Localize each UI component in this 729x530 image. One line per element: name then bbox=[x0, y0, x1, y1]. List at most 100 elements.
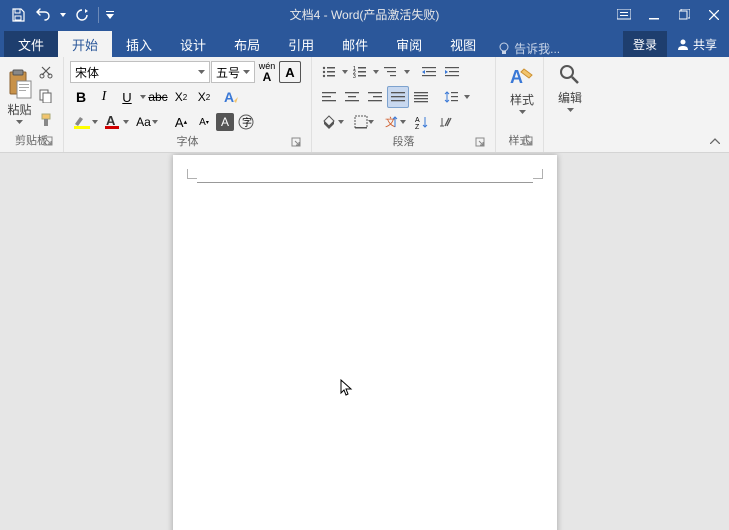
font-size-select[interactable]: 五号 bbox=[211, 61, 255, 83]
save-button[interactable] bbox=[6, 3, 30, 27]
cursor-icon bbox=[340, 379, 354, 397]
tab-file[interactable]: 文件 bbox=[4, 31, 58, 57]
underline-button[interactable]: U bbox=[116, 86, 138, 108]
paste-label: 粘贴 bbox=[7, 101, 31, 118]
qat-separator bbox=[98, 7, 99, 23]
font-name-select[interactable]: 宋体 bbox=[70, 61, 210, 83]
chevron-down-icon bbox=[519, 110, 526, 114]
tab-home[interactable]: 开始 bbox=[58, 31, 112, 57]
bullets-button[interactable] bbox=[318, 61, 340, 83]
tab-mailings[interactable]: 邮件 bbox=[328, 31, 382, 57]
shrink-font-button[interactable]: A▾ bbox=[193, 111, 215, 133]
font-color-button[interactable]: A bbox=[101, 111, 131, 133]
window-controls bbox=[609, 0, 729, 29]
collapse-ribbon-button[interactable] bbox=[707, 134, 723, 148]
format-painter-button[interactable] bbox=[35, 109, 57, 131]
italic-button[interactable]: I bbox=[93, 86, 115, 108]
tab-layout[interactable]: 布局 bbox=[220, 31, 274, 57]
tab-insert[interactable]: 插入 bbox=[112, 31, 166, 57]
svg-text:A: A bbox=[510, 67, 523, 87]
numbering-dropdown[interactable] bbox=[372, 70, 379, 74]
group-clipboard: 粘贴 剪贴板 bbox=[0, 57, 64, 152]
sort-button[interactable]: AZ bbox=[411, 111, 433, 133]
shading-button[interactable] bbox=[318, 111, 348, 133]
align-right-button[interactable] bbox=[364, 86, 386, 108]
clipboard-dialog-launcher[interactable] bbox=[43, 136, 55, 148]
bullets-dropdown[interactable] bbox=[341, 70, 348, 74]
tab-references[interactable]: 引用 bbox=[274, 31, 328, 57]
align-left-button[interactable] bbox=[318, 86, 340, 108]
svg-text:A: A bbox=[106, 114, 116, 128]
lightbulb-icon bbox=[498, 42, 510, 56]
distributed-button[interactable] bbox=[410, 86, 432, 108]
tab-design[interactable]: 设计 bbox=[166, 31, 220, 57]
document-area[interactable] bbox=[0, 153, 729, 530]
multilevel-list-button[interactable] bbox=[380, 61, 402, 83]
styles-label: 样式 bbox=[510, 91, 534, 108]
copy-button[interactable] bbox=[35, 85, 57, 107]
group-editing: 编辑 bbox=[544, 57, 592, 152]
increase-indent-button[interactable] bbox=[441, 61, 463, 83]
tab-review[interactable]: 审阅 bbox=[382, 31, 436, 57]
align-center-button[interactable] bbox=[341, 86, 363, 108]
group-paragraph: 123 文 AZ bbox=[312, 57, 496, 152]
qat-customize[interactable] bbox=[103, 3, 117, 27]
group-font: 宋体 五号 wénA A B I U abc X2 X2 A A Aa A▴ bbox=[64, 57, 312, 152]
menu-tabs: 文件 开始 插入 设计 布局 引用 邮件 审阅 视图 告诉我... 登录 共享 bbox=[0, 29, 729, 57]
strikethrough-button[interactable]: abc bbox=[147, 86, 169, 108]
styles-button[interactable]: A 样式 bbox=[502, 61, 542, 116]
styles-dialog-launcher[interactable] bbox=[523, 136, 535, 148]
paste-button[interactable]: 粘贴 bbox=[6, 61, 33, 131]
minimize-button[interactable] bbox=[639, 0, 669, 29]
help-button[interactable] bbox=[609, 0, 639, 29]
show-marks-button[interactable] bbox=[434, 111, 456, 133]
paste-icon bbox=[7, 69, 33, 99]
character-border-button[interactable]: A bbox=[279, 61, 301, 83]
redo-button[interactable] bbox=[70, 3, 94, 27]
document-page[interactable] bbox=[173, 155, 557, 530]
tell-me-search[interactable]: 告诉我... bbox=[498, 40, 560, 57]
tab-view[interactable]: 视图 bbox=[436, 31, 490, 57]
line-spacing-button[interactable] bbox=[440, 86, 462, 108]
borders-button[interactable] bbox=[349, 111, 379, 133]
phonetic-guide-button[interactable]: wénA bbox=[256, 61, 278, 83]
decrease-indent-button[interactable] bbox=[418, 61, 440, 83]
change-case-button[interactable]: Aa bbox=[132, 111, 162, 133]
quick-access-toolbar bbox=[0, 3, 117, 27]
copy-icon bbox=[39, 89, 53, 103]
svg-text:字: 字 bbox=[242, 116, 252, 129]
paragraph-dialog-launcher[interactable] bbox=[475, 137, 487, 149]
restore-button[interactable] bbox=[669, 0, 699, 29]
bold-button[interactable]: B bbox=[70, 86, 92, 108]
editing-button[interactable]: 编辑 bbox=[550, 61, 590, 114]
editing-label: 编辑 bbox=[558, 89, 582, 106]
styles-icon: A bbox=[508, 63, 536, 89]
share-button[interactable]: 共享 bbox=[669, 31, 725, 57]
close-button[interactable] bbox=[699, 0, 729, 29]
font-dialog-launcher[interactable] bbox=[291, 137, 303, 149]
grow-font-button[interactable]: A▴ bbox=[170, 111, 192, 133]
text-effects-button[interactable]: A bbox=[216, 86, 246, 108]
svg-text:A: A bbox=[415, 117, 420, 124]
tell-me-label: 告诉我... bbox=[514, 40, 560, 57]
ribbon: 粘贴 剪贴板 宋体 五号 wénA A B I U bbox=[0, 57, 729, 153]
justify-button[interactable] bbox=[387, 86, 409, 108]
line-spacing-dropdown[interactable] bbox=[463, 95, 470, 99]
title-bar: 文档4 - Word(产品激活失败) bbox=[0, 0, 729, 29]
person-icon bbox=[677, 38, 689, 50]
character-shading-button[interactable]: A bbox=[216, 113, 234, 131]
subscript-button[interactable]: X2 bbox=[170, 86, 192, 108]
multilevel-dropdown[interactable] bbox=[403, 70, 410, 74]
underline-dropdown[interactable] bbox=[139, 95, 146, 99]
numbering-button[interactable]: 123 bbox=[349, 61, 371, 83]
superscript-button[interactable]: X2 bbox=[193, 86, 215, 108]
share-label: 共享 bbox=[693, 36, 717, 53]
undo-dropdown[interactable] bbox=[58, 3, 68, 27]
asian-layout-button[interactable]: 文 bbox=[380, 111, 410, 133]
highlight-button[interactable] bbox=[70, 111, 100, 133]
enclose-characters-button[interactable]: 字 bbox=[235, 111, 257, 133]
styles-group-label: 样式 bbox=[502, 132, 537, 150]
login-button[interactable]: 登录 bbox=[623, 31, 667, 57]
undo-button[interactable] bbox=[32, 3, 56, 27]
cut-button[interactable] bbox=[35, 61, 57, 83]
